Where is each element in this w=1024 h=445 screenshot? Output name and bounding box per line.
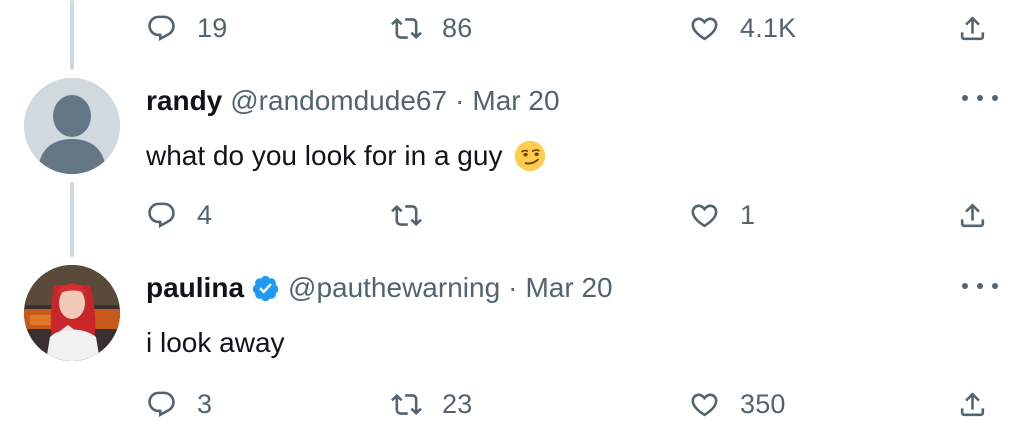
more-icon (962, 95, 968, 101)
like-button[interactable]: 350 (689, 384, 786, 424)
more-options-button[interactable] (962, 88, 998, 108)
reply-icon (146, 389, 177, 420)
reply-count: 3 (197, 388, 213, 419)
like-count: 4.1K (740, 12, 797, 43)
tweet-date[interactable]: Mar 20 (472, 85, 559, 117)
like-count: 1 (740, 199, 756, 230)
like-count: 350 (740, 388, 786, 419)
profile-photo-icon (24, 265, 120, 361)
share-icon (957, 200, 988, 231)
retweet-button[interactable]: 23 (391, 384, 472, 424)
reply-button[interactable]: 4 (146, 195, 212, 235)
tweet-text-content: i look away (146, 327, 285, 358)
share-icon (957, 389, 988, 420)
handle[interactable]: @randomdude67 (230, 85, 447, 117)
reply-icon (146, 13, 177, 44)
like-icon (689, 200, 720, 231)
like-button[interactable]: 1 (689, 195, 755, 235)
tweet-text: i look away (146, 323, 285, 363)
like-icon (689, 389, 720, 420)
tweet-header: randy @randomdude67 · Mar 20 (146, 83, 560, 119)
tweet-text-content: what do you look for in a guy (146, 140, 503, 171)
share-button[interactable] (957, 8, 988, 48)
display-name[interactable]: paulina (146, 272, 244, 304)
thread-line-top (70, 0, 74, 70)
avatar[interactable] (24, 78, 120, 174)
retweet-button[interactable] (391, 195, 442, 235)
retweet-icon (391, 13, 422, 44)
reply-count: 4 (197, 199, 213, 230)
default-avatar-icon (24, 78, 120, 174)
avatar[interactable] (24, 265, 120, 361)
reply-button[interactable]: 3 (146, 384, 212, 424)
tweet-header: paulina @pauthewarning · Mar 20 (146, 270, 613, 306)
share-icon (957, 13, 988, 44)
retweet-count: 23 (442, 388, 473, 419)
thread-line-middle (70, 182, 74, 257)
tweet-actions-paulina: 3 23 350 (146, 384, 1006, 424)
smirking-face-emoji-icon (515, 140, 546, 172)
share-button[interactable] (957, 384, 988, 424)
like-icon (689, 13, 720, 44)
reply-button[interactable]: 19 (146, 8, 227, 48)
reply-count: 19 (197, 12, 228, 43)
tweet-actions-randy: 4 1 (146, 195, 1006, 235)
tweet-text: what do you look for in a guy (146, 136, 546, 176)
retweet-count: 86 (442, 12, 473, 43)
retweet-icon (391, 200, 422, 231)
separator-dot: · (508, 272, 518, 303)
retweet-icon (391, 389, 422, 420)
verified-icon[interactable] (251, 274, 280, 303)
reply-icon (146, 200, 177, 231)
more-icon (962, 283, 968, 289)
like-button[interactable]: 4.1K (689, 8, 796, 48)
separator-dot: · (455, 85, 465, 116)
tweet-date[interactable]: Mar 20 (525, 272, 612, 304)
handle[interactable]: @pauthewarning (288, 272, 500, 304)
share-button[interactable] (957, 195, 988, 235)
more-options-button[interactable] (962, 276, 998, 296)
retweet-button[interactable]: 86 (391, 8, 472, 48)
display-name[interactable]: randy (146, 85, 222, 117)
tweet-actions-top: 19 86 4.1K (146, 8, 1006, 48)
